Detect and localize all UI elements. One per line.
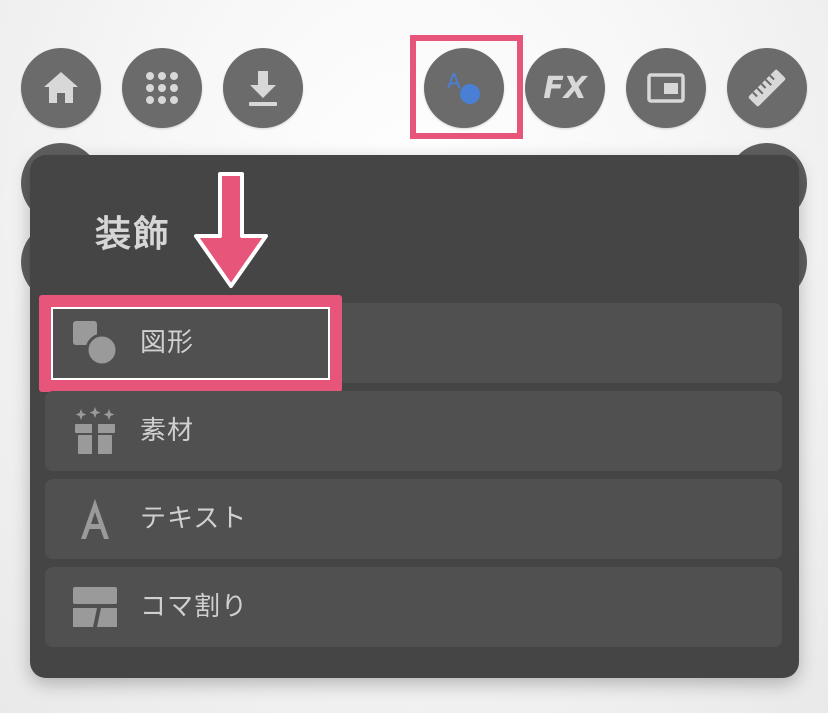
home-icon (44, 72, 78, 103)
letter-a-icon (81, 499, 109, 539)
decoration-button[interactable]: A (424, 48, 504, 128)
menu-item-label: 図形 (140, 328, 195, 358)
window-icon (647, 73, 685, 103)
menu-item-materials[interactable]: 素材 (45, 391, 782, 471)
menu-item-panel-layout[interactable]: コマ割り (45, 567, 782, 647)
gift-sparkle-icon (75, 407, 115, 454)
fx-button[interactable]: FX (525, 48, 605, 128)
decoration-icon-letter: A (447, 69, 461, 93)
download-icon (249, 71, 277, 106)
panel-layout-icon (73, 587, 117, 627)
shapes-icon (73, 321, 119, 367)
menu-item-shapes-content[interactable]: 図形 (45, 303, 345, 383)
down-arrow-annotation (194, 172, 268, 288)
ruler-icon (748, 69, 786, 107)
menu-item-label: コマ割り (140, 592, 249, 622)
menu-item-label: テキスト (140, 504, 248, 534)
text-shape-icon: A (447, 69, 480, 104)
panel-title: 装飾 (95, 214, 172, 255)
grid-menu-button[interactable] (122, 48, 202, 128)
menu-item-text[interactable]: テキスト (45, 479, 782, 559)
window-button[interactable] (626, 48, 706, 128)
home-button[interactable] (21, 48, 101, 128)
ruler-button[interactable] (727, 48, 807, 128)
grid-dots-icon (146, 72, 178, 104)
fx-icon: FX (543, 70, 587, 106)
menu-item-label: 素材 (140, 416, 195, 446)
download-button[interactable] (223, 48, 303, 128)
